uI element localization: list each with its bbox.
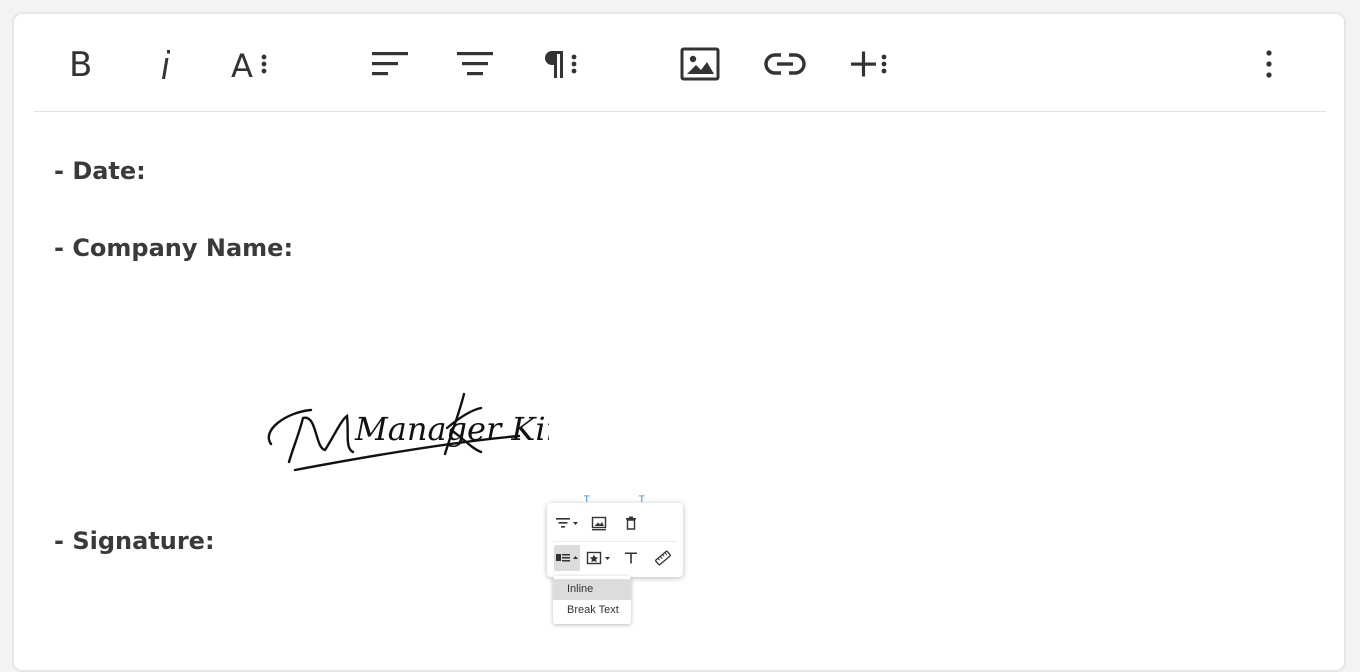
replace-image-icon[interactable] — [586, 510, 612, 536]
more-options-icon[interactable] — [1245, 40, 1293, 88]
signature-image[interactable]: Manager Kim — [259, 378, 549, 478]
rich-text-editor: B A - Date: - Company Name: Manager Ki -… — [12, 12, 1346, 672]
svg-text:A: A — [231, 48, 253, 80]
display-option-inline[interactable]: Inline — [553, 579, 631, 600]
align-left-icon[interactable] — [366, 40, 414, 88]
editor-content[interactable]: - Date: - Company Name: Manager Kim - Si… — [14, 113, 1344, 670]
italic-icon[interactable] — [141, 40, 189, 88]
signature-label: - Signature: — [54, 527, 215, 555]
display-icon[interactable] — [554, 545, 580, 571]
display-dropdown: Inline Break Text — [553, 576, 631, 624]
bold-icon[interactable]: B — [56, 40, 104, 88]
paragraph-format-icon[interactable] — [536, 40, 584, 88]
insert-link-icon[interactable] — [761, 40, 809, 88]
signature-text: Manager Kim — [354, 410, 549, 448]
delete-icon[interactable] — [618, 510, 644, 536]
font-size-icon[interactable]: A — [226, 40, 274, 88]
style-icon[interactable] — [586, 545, 612, 571]
insert-more-icon[interactable] — [846, 40, 894, 88]
insert-image-icon[interactable] — [676, 40, 724, 88]
toolbar-divider — [34, 111, 1326, 112]
align-center-icon[interactable] — [451, 40, 499, 88]
date-label: - Date: — [54, 157, 146, 185]
company-name-label: - Company Name: — [54, 234, 294, 262]
display-option-break-text[interactable]: Break Text — [553, 600, 631, 621]
popup-divider — [553, 541, 677, 542]
toolbar: B A — [14, 14, 1344, 112]
resize-handle-icon[interactable]: T — [584, 495, 590, 505]
image-edit-popup: T T — [547, 495, 683, 577]
alt-text-icon[interactable] — [618, 545, 644, 571]
svg-text:B: B — [69, 49, 92, 79]
resize-handle-icon[interactable]: T — [639, 495, 645, 505]
align-icon[interactable] — [554, 510, 580, 536]
resize-icon[interactable] — [650, 545, 676, 571]
